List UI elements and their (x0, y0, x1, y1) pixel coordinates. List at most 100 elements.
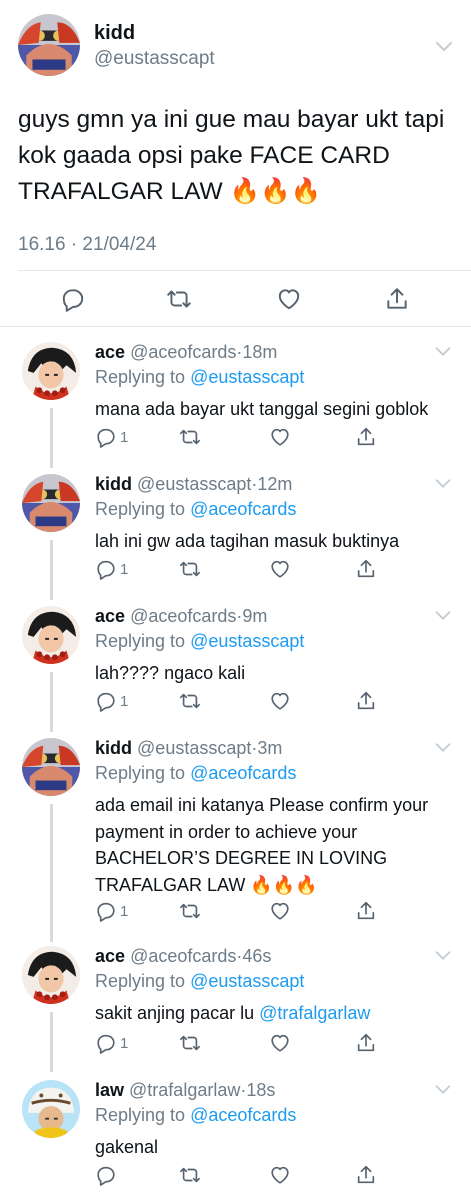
like-icon (269, 1164, 291, 1186)
replying-to-handle[interactable]: @eustasscapt (190, 367, 304, 387)
reply-time[interactable]: 18m (242, 342, 277, 362)
reply-time[interactable]: 9m (242, 606, 267, 626)
reply-time[interactable]: 18s (246, 1080, 275, 1100)
author-name[interactable]: ace (95, 606, 125, 626)
like-icon (269, 690, 291, 712)
avatar[interactable] (22, 946, 80, 1004)
chevron-down-icon[interactable] (432, 736, 454, 758)
reply-icon[interactable] (60, 286, 86, 312)
author-handle[interactable]: @trafalgarlaw (129, 1080, 240, 1100)
reply-tweet[interactable]: ace @aceofcards·46s Replying to @eustass… (0, 938, 471, 1066)
replying-to: Replying to @eustasscapt (95, 367, 304, 388)
avatar[interactable] (22, 342, 80, 400)
share-icon (355, 558, 377, 580)
avatar-image (22, 738, 80, 796)
share-button[interactable] (355, 1164, 377, 1186)
reply-time[interactable]: 3m (257, 738, 282, 758)
reply-text: lah ini gw ada tagihan masuk buktinya (95, 531, 400, 551)
reply-count: 1 (120, 560, 129, 578)
tweet-timestamp[interactable]: 16.16 · 21/04/24 (18, 234, 156, 256)
avatar[interactable] (18, 14, 80, 76)
reply-button[interactable]: 1 (95, 690, 128, 712)
reply-time[interactable]: 46s (242, 946, 271, 966)
replying-to-handle[interactable]: @aceofcards (190, 499, 296, 519)
author-name[interactable]: ace (95, 342, 125, 362)
like-button[interactable] (269, 1164, 291, 1186)
share-button[interactable] (355, 900, 377, 922)
author-handle[interactable]: @eustasscapt (137, 474, 251, 494)
reply-header: ace @aceofcards·46s (95, 946, 271, 967)
retweet-icon[interactable] (166, 286, 192, 312)
like-button[interactable] (269, 558, 291, 580)
share-button[interactable] (355, 1032, 377, 1054)
retweet-button[interactable] (179, 1032, 201, 1054)
retweet-button[interactable] (179, 1164, 201, 1186)
chevron-down-icon[interactable] (432, 604, 454, 626)
avatar-image (22, 606, 80, 664)
author-handle[interactable]: @aceofcards (130, 342, 236, 362)
reply-tweet[interactable]: kidd @eustasscapt·12m Replying to @aceof… (0, 466, 471, 594)
avatar-image (22, 1080, 80, 1138)
author-handle[interactable]: @eustasscapt (94, 48, 215, 70)
reply-tweet[interactable]: ace @aceofcards·18m Replying to @eustass… (0, 334, 471, 462)
divider (0, 326, 471, 327)
share-button[interactable] (355, 426, 377, 448)
author-handle[interactable]: @aceofcards (130, 946, 236, 966)
retweet-button[interactable] (179, 426, 201, 448)
like-button[interactable] (269, 690, 291, 712)
chevron-down-icon[interactable] (432, 944, 454, 966)
avatar[interactable] (22, 738, 80, 796)
reply-button[interactable]: 1 (95, 426, 128, 448)
replying-to-handle[interactable]: @eustasscapt (190, 971, 304, 991)
share-icon[interactable] (384, 286, 410, 312)
avatar-image (22, 342, 80, 400)
reply-tweet[interactable]: ace @aceofcards·9m Replying to @eustassc… (0, 598, 471, 726)
chevron-down-icon[interactable] (432, 34, 456, 58)
like-button[interactable] (269, 1032, 291, 1054)
reply-count: 1 (120, 692, 129, 710)
reply-header: kidd @eustasscapt·3m (95, 738, 282, 759)
chevron-down-icon[interactable] (432, 472, 454, 494)
retweet-icon (179, 1164, 201, 1186)
like-icon[interactable] (276, 286, 302, 312)
replying-to-handle[interactable]: @eustasscapt (190, 631, 304, 651)
retweet-button[interactable] (179, 900, 201, 922)
mention-link[interactable]: @trafalgarlaw (259, 1003, 370, 1023)
author-name[interactable]: kidd (95, 738, 132, 758)
author-name[interactable]: ace (95, 946, 125, 966)
share-icon (355, 1032, 377, 1054)
reply-button[interactable]: 1 (95, 900, 128, 922)
share-button[interactable] (355, 558, 377, 580)
reply-tweet[interactable]: law @trafalgarlaw·18s Replying to @aceof… (0, 1072, 471, 1200)
chevron-down-icon[interactable] (432, 1078, 454, 1100)
retweet-button[interactable] (179, 690, 201, 712)
retweet-button[interactable] (179, 558, 201, 580)
author-handle[interactable]: @eustasscapt (137, 738, 251, 758)
author-name[interactable]: kidd (94, 22, 135, 45)
reply-time[interactable]: 12m (257, 474, 292, 494)
reply-button[interactable]: 1 (95, 1032, 128, 1054)
reply-button[interactable]: 1 (95, 558, 128, 580)
reply-actions: 1 (95, 426, 375, 450)
avatar[interactable] (22, 1080, 80, 1138)
replying-to-handle[interactable]: @aceofcards (190, 763, 296, 783)
author-handle[interactable]: @aceofcards (130, 606, 236, 626)
reply-tweet[interactable]: kidd @eustasscapt·3m Replying to @aceofc… (0, 730, 471, 934)
chevron-down-icon[interactable] (432, 340, 454, 362)
share-icon (355, 690, 377, 712)
like-button[interactable] (269, 900, 291, 922)
share-icon (355, 900, 377, 922)
like-button[interactable] (269, 426, 291, 448)
share-button[interactable] (355, 690, 377, 712)
like-icon (269, 558, 291, 580)
author-name[interactable]: law (95, 1080, 124, 1100)
replying-to-handle[interactable]: @aceofcards (190, 1105, 296, 1125)
fire-emoji: 🔥🔥🔥 (250, 874, 318, 895)
like-icon (269, 426, 291, 448)
author-name[interactable]: kidd (95, 474, 132, 494)
avatar[interactable] (22, 606, 80, 664)
avatar[interactable] (22, 474, 80, 532)
replying-to: Replying to @eustasscapt (95, 631, 304, 652)
reply-button[interactable] (95, 1164, 117, 1186)
reply-body: sakit anjing pacar lu (95, 1003, 255, 1023)
